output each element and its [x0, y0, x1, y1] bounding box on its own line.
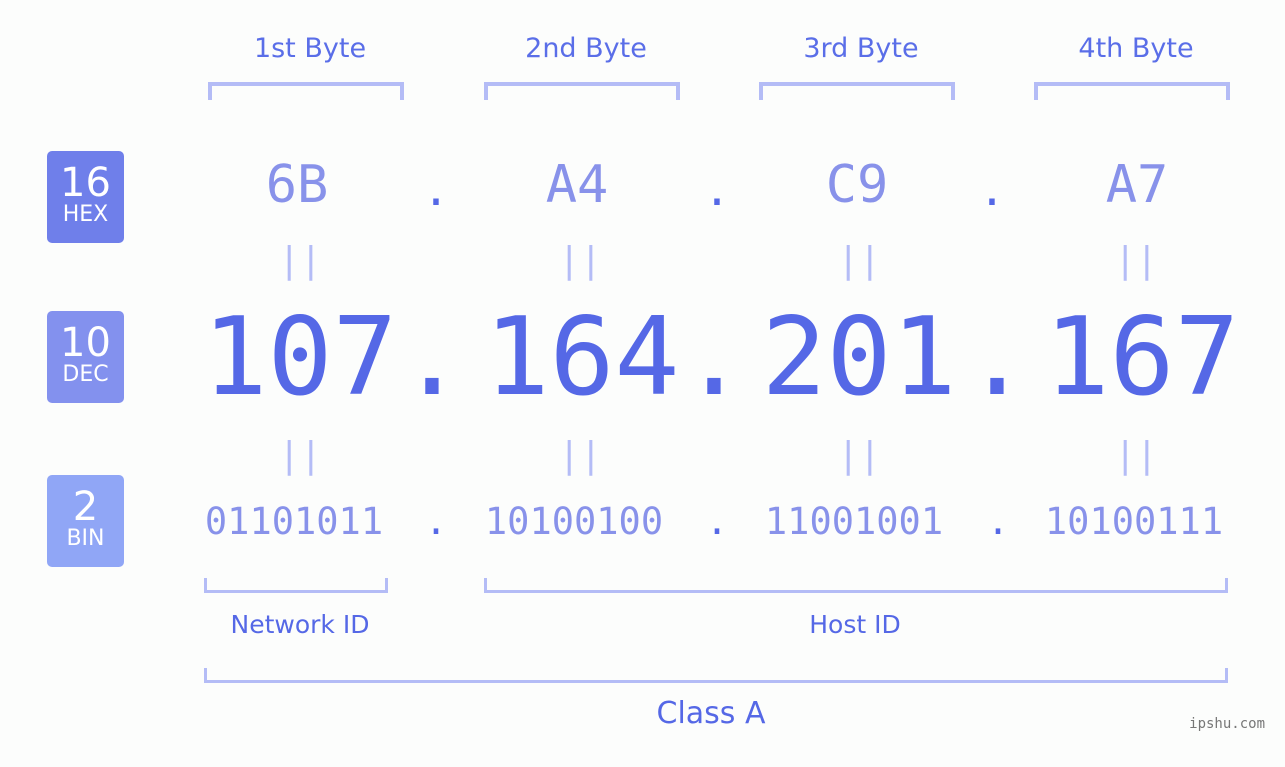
watermark: ipshu.com	[1189, 716, 1265, 732]
hex-separator: .	[703, 165, 731, 216]
equals-sign: ||	[837, 240, 881, 281]
host-id-label: Host ID	[809, 610, 901, 639]
dec-byte-4: 167	[1044, 295, 1240, 420]
dec-separator: .	[681, 295, 747, 420]
hex-badge-label: HEX	[62, 202, 109, 227]
dec-badge-number: 10	[60, 320, 111, 366]
bin-separator: .	[705, 500, 729, 543]
header-byte-4: 4th Byte	[1078, 33, 1194, 64]
byte-1-bracket	[208, 82, 404, 100]
bin-badge: 2 BIN	[47, 475, 124, 567]
equals-sign: ||	[278, 435, 322, 476]
bin-separator: .	[424, 500, 448, 543]
hex-separator: .	[422, 165, 450, 216]
hex-badge-number: 16	[60, 160, 111, 206]
dec-byte-1: 107	[202, 295, 398, 420]
bin-byte-1: 01101011	[204, 500, 384, 543]
host-id-bracket	[484, 578, 1228, 593]
equals-sign: ||	[558, 240, 602, 281]
hex-badge: 16 HEX	[47, 151, 124, 243]
hex-byte-4: A7	[1105, 155, 1169, 215]
dec-badge-label: DEC	[62, 362, 109, 387]
class-bracket	[204, 668, 1228, 683]
equals-sign: ||	[278, 240, 322, 281]
class-label: Class A	[656, 696, 766, 731]
bin-badge-label: BIN	[66, 526, 105, 551]
byte-4-bracket	[1034, 82, 1230, 100]
equals-sign: ||	[558, 435, 602, 476]
dec-badge: 10 DEC	[47, 311, 124, 403]
dec-separator: .	[399, 295, 465, 420]
dec-byte-3: 201	[761, 295, 957, 420]
network-id-bracket	[204, 578, 388, 593]
byte-2-bracket	[484, 82, 680, 100]
equals-sign: ||	[1114, 435, 1158, 476]
dec-separator: .	[964, 295, 1030, 420]
equals-sign: ||	[1114, 240, 1158, 281]
equals-sign: ||	[837, 435, 881, 476]
hex-byte-1: 6B	[265, 155, 329, 215]
bin-byte-3: 11001001	[764, 500, 944, 543]
hex-separator: .	[978, 165, 1006, 216]
bin-byte-4: 10100111	[1044, 500, 1224, 543]
bin-badge-number: 2	[72, 484, 99, 530]
dec-byte-2: 164	[484, 295, 680, 420]
hex-byte-3: C9	[825, 155, 889, 215]
bin-byte-2: 10100100	[484, 500, 664, 543]
byte-3-bracket	[759, 82, 955, 100]
header-byte-3: 3rd Byte	[803, 33, 919, 64]
bin-separator: .	[986, 500, 1010, 543]
hex-byte-2: A4	[545, 155, 609, 215]
header-byte-1: 1st Byte	[253, 33, 367, 64]
header-byte-2: 2nd Byte	[525, 33, 647, 64]
network-id-label: Network ID	[230, 610, 370, 639]
